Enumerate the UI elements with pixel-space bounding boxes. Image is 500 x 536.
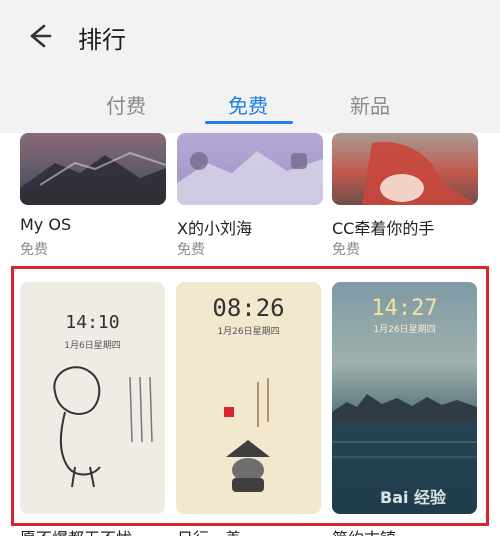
theme-name[interactable]: CC牵着你的手 [332,215,434,239]
top-app-bar: 排行 付费 免费 新品 [0,0,500,133]
theme-price: 免费 [332,242,360,258]
tab-paid[interactable]: 付费 [106,90,146,119]
theme-list[interactable]: My OS 免费 X的小刘海 免费 CC牵着你的手 免费 14:10 1月6日星… [0,133,500,536]
theme-thumbnail-my-os[interactable] [20,133,166,205]
theme-name[interactable]: 日行一善 [177,525,241,536]
theme-name[interactable]: My OS [20,215,71,234]
theme-name[interactable]: 简约古镇 [332,525,396,536]
page-title: 排行 [78,26,126,54]
town-skyline-illustration [332,394,477,514]
baidu-watermark: Bai 经验 [380,488,447,507]
theme-price: 免费 [177,242,205,258]
theme-price: 免费 [20,242,48,258]
sketch-character-illustration [53,366,153,488]
tab-new[interactable]: 新品 [350,90,390,119]
theme-thumbnail-cc[interactable] [332,133,478,205]
theme-preview-card[interactable]: 14:10 1月6日星期四 [20,282,165,514]
theme-thumbnail-x-xiaoliuhai[interactable] [177,133,323,205]
theme-preview-card[interactable]: 14:27 1月26日星期四 [332,282,477,514]
theme-preview-card[interactable]: 08:26 1月26日星期四 [176,282,321,514]
monk-illustration [224,378,270,492]
active-tab-indicator [205,121,293,124]
back-arrow-icon[interactable] [22,20,54,52]
tab-free[interactable]: 免费 [228,90,268,119]
theme-name[interactable]: X的小刘海 [177,215,252,239]
theme-name[interactable]: 愿不爆都无不忧 [20,525,132,536]
